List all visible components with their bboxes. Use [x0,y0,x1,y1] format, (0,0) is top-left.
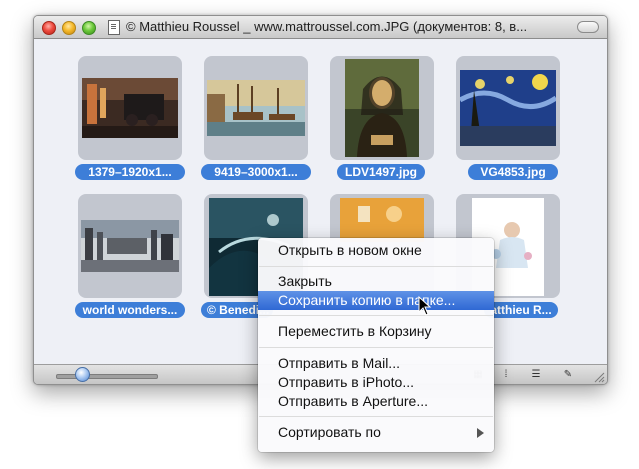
minimize-window-button[interactable] [62,21,76,35]
menu-item-send-to-mail[interactable]: Отправить в Mail... [258,354,494,373]
orange-illustration-image [340,198,424,242]
menu-item-send-to-iphoto[interactable]: Отправить в iPhoto... [258,373,494,392]
close-window-button[interactable] [42,21,56,35]
title-bar[interactable]: © Matthieu Roussel _ www.mattroussel.com… [34,16,607,39]
menu-separator [259,416,493,417]
thumbnail-1-label[interactable]: 1379–1920x1... [75,164,185,180]
mouse-pointer-icon [418,296,432,316]
window-title: © Matthieu Roussel _ www.mattroussel.com… [126,19,528,34]
context-menu: Открыть в новом окне Закрыть Сохранить к… [258,238,494,452]
thumbnail-3-label[interactable]: LDV1497.jpg [337,164,425,180]
menu-item-save-copy-to-folder[interactable]: Сохранить копию в папке... [258,291,494,310]
list-view-icon[interactable]: ☰ [530,370,542,380]
menu-item-close[interactable]: Закрыть [258,272,494,291]
menu-item-open-in-new-window[interactable]: Открыть в новом окне [258,241,494,260]
thumbnail-4[interactable] [456,56,560,160]
zoom-slider[interactable] [56,374,158,379]
resize-grip-icon[interactable] [593,371,605,383]
thumbnail-1[interactable] [78,56,182,160]
menu-separator [259,315,493,316]
submenu-arrow-icon [477,428,484,438]
zoom-slider-knob[interactable] [75,367,90,382]
menu-item-sort-by[interactable]: Сортировать по [258,423,494,442]
thumbnail-2[interactable] [204,56,308,160]
toolbar-toggle-button[interactable] [577,21,599,33]
menu-item-move-to-trash[interactable]: Переместить в Корзину [258,322,494,341]
mona-lisa-image [345,59,419,157]
thumbnail-2-label[interactable]: 9419–3000x1... [201,164,311,180]
menu-item-send-to-aperture[interactable]: Отправить в Aperture... [258,392,494,411]
thumbnail-4-label[interactable]: VG4853.jpg [468,164,558,180]
thumbnail-8-label[interactable]: atthieu R... [484,302,558,318]
steam-train-painting-image [82,78,178,138]
column-view-icon[interactable]: ⁞ [500,370,512,380]
document-proxy-icon[interactable] [108,20,120,35]
menu-item-sort-by-label: Сортировать по [278,424,381,440]
thumbnail-3[interactable] [330,56,434,160]
zoom-window-button[interactable] [82,21,96,35]
edit-pencil-icon[interactable]: ✎ [562,370,574,380]
world-wonders-city-image [81,220,179,272]
thumbnail-5-label[interactable]: world wonders... [75,302,185,318]
harbor-ships-painting-image [207,80,305,136]
menu-separator [259,347,493,348]
starry-night-image [460,70,556,146]
thumbnail-5[interactable] [78,194,182,298]
menu-separator [259,266,493,267]
